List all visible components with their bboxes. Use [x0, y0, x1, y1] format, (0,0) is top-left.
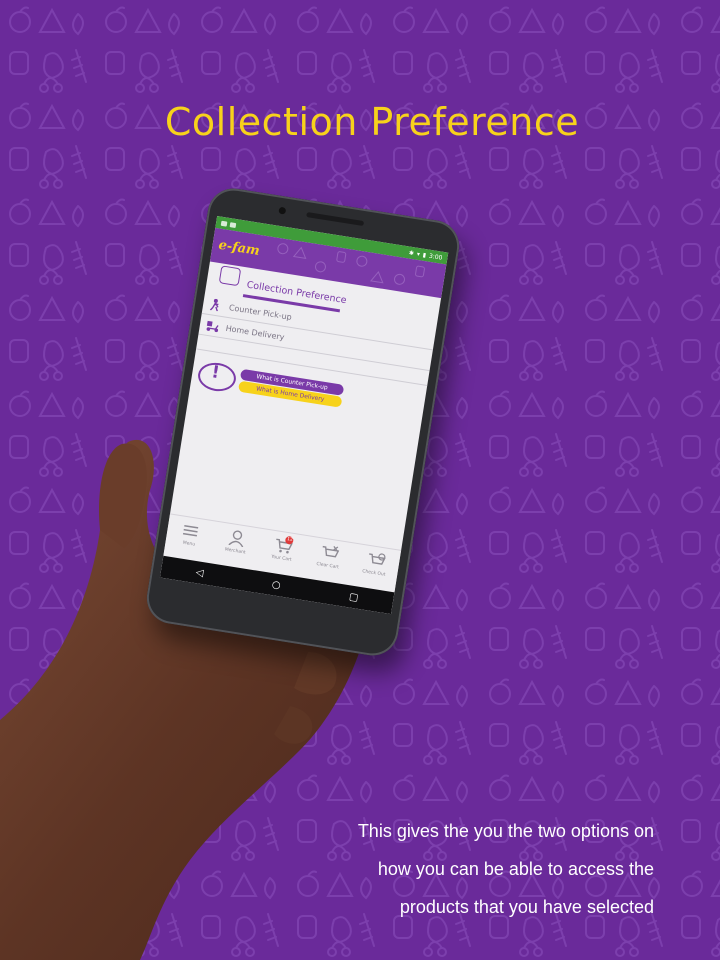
recents-icon[interactable]: ▢: [348, 591, 359, 603]
nav-merchant[interactable]: Merchant: [213, 522, 259, 570]
nav-clear-cart[interactable]: Clear Cart: [305, 537, 351, 585]
checkout-icon: [368, 553, 386, 565]
nav-label: Your Cart: [270, 554, 292, 563]
basket-icon: [218, 265, 242, 287]
home-icon[interactable]: ○: [271, 579, 281, 591]
nav-label: Check Out: [361, 569, 386, 578]
caption-line: how you can be able to access the: [377, 859, 654, 879]
image-notification-icon: [229, 221, 237, 228]
front-camera: [278, 206, 287, 215]
nav-your-cart[interactable]: 12 Your Cart: [259, 529, 305, 577]
menu-icon: [183, 525, 199, 537]
nav-menu[interactable]: Menu: [167, 515, 213, 563]
phone-screen: ✱ ▾ ▮ 3:00 e-fam Collection Preference C…: [159, 216, 449, 615]
merchant-icon: [228, 530, 244, 548]
caption-text: This gives the you the two options on ho…: [234, 812, 654, 926]
nav-check-out[interactable]: Check Out: [352, 544, 398, 592]
person-walking-icon: [209, 298, 219, 312]
delivery-scooter-icon: [206, 320, 219, 333]
nav-label: Merchant: [224, 547, 246, 556]
bluetooth-icon: ✱: [408, 249, 415, 257]
notification-icon: [220, 220, 228, 227]
option-label: Counter Pick-up: [228, 302, 293, 322]
option-label: Home Delivery: [225, 323, 286, 342]
earpiece-speaker: [306, 212, 365, 227]
wifi-icon: ▾: [416, 250, 421, 258]
page-headline: Collection Preference: [164, 100, 580, 144]
battery-icon: ▮: [422, 251, 427, 259]
caption-line: This gives the you the two options on: [357, 821, 654, 841]
nav-label: Menu: [182, 540, 196, 548]
caption-line: products that you have selected: [399, 897, 654, 917]
cart-count-badge: 12: [285, 535, 295, 545]
nav-label: Clear Cart: [315, 561, 340, 571]
back-icon[interactable]: ◁: [195, 567, 204, 579]
clear-cart-icon: [322, 545, 340, 558]
status-time: 3:00: [428, 252, 443, 262]
